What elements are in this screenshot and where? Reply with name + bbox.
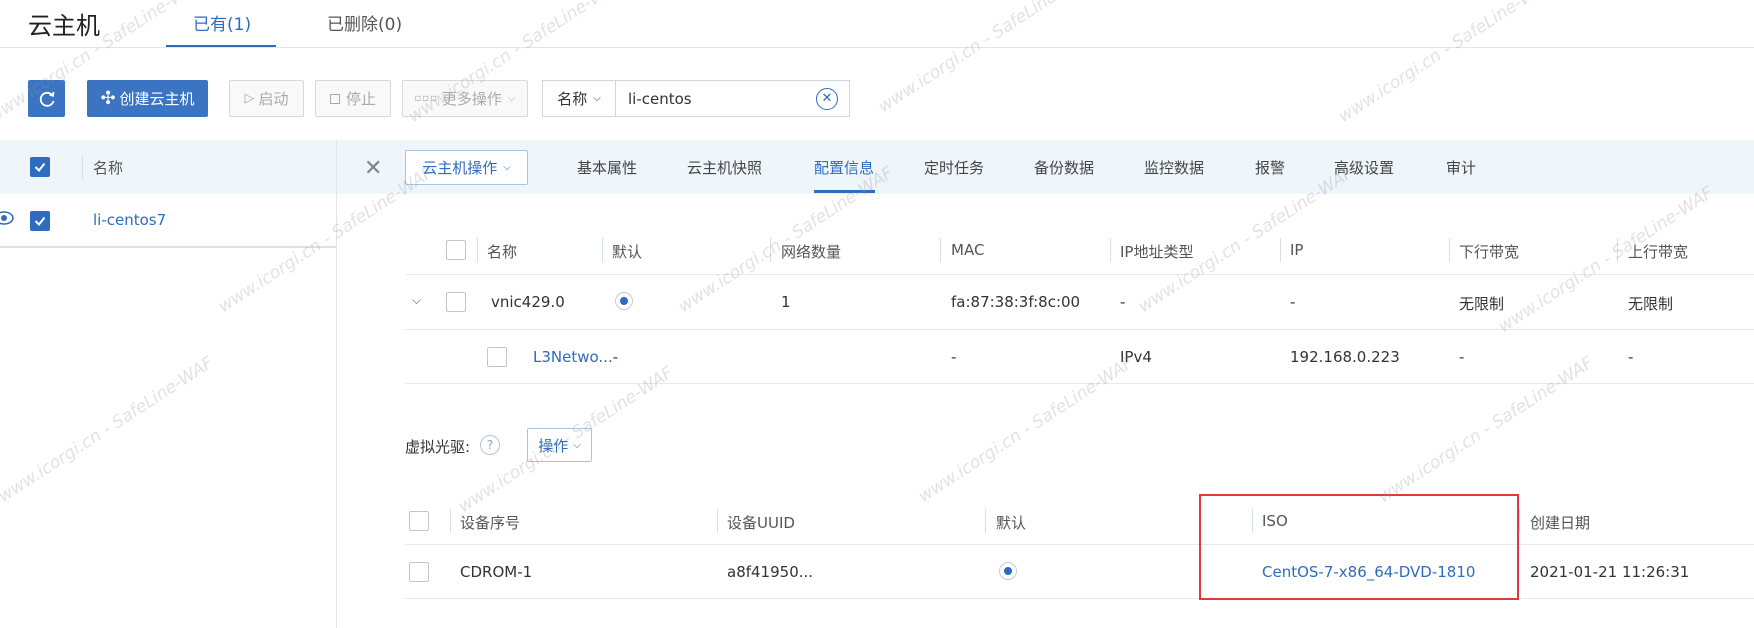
watermark: www.icorgi.cn - SafeLine-WAF	[0, 353, 217, 507]
watermark-layer: www.icorgi.cn - SafeLine-WAF www.icorgi.…	[0, 0, 1754, 628]
watermark: www.icorgi.cn - SafeLine-WAF	[874, 0, 1097, 117]
watermark: www.icorgi.cn - SafeLine-WAF	[1494, 183, 1717, 337]
watermark: www.icorgi.cn - SafeLine-WAF	[674, 163, 897, 317]
watermark: www.icorgi.cn - SafeLine-WAF	[1374, 353, 1597, 507]
watermark: www.icorgi.cn - SafeLine-WAF	[0, 0, 207, 127]
watermark: www.icorgi.cn - SafeLine-WAF	[214, 163, 437, 317]
watermark: www.icorgi.cn - SafeLine-WAF	[914, 353, 1137, 507]
watermark: www.icorgi.cn - SafeLine-WAF	[454, 363, 677, 517]
watermark: www.icorgi.cn - SafeLine-WAF	[404, 0, 627, 127]
watermark: www.icorgi.cn - SafeLine-WAF	[1134, 163, 1357, 317]
watermark: www.icorgi.cn - SafeLine-WAF	[1334, 0, 1557, 127]
